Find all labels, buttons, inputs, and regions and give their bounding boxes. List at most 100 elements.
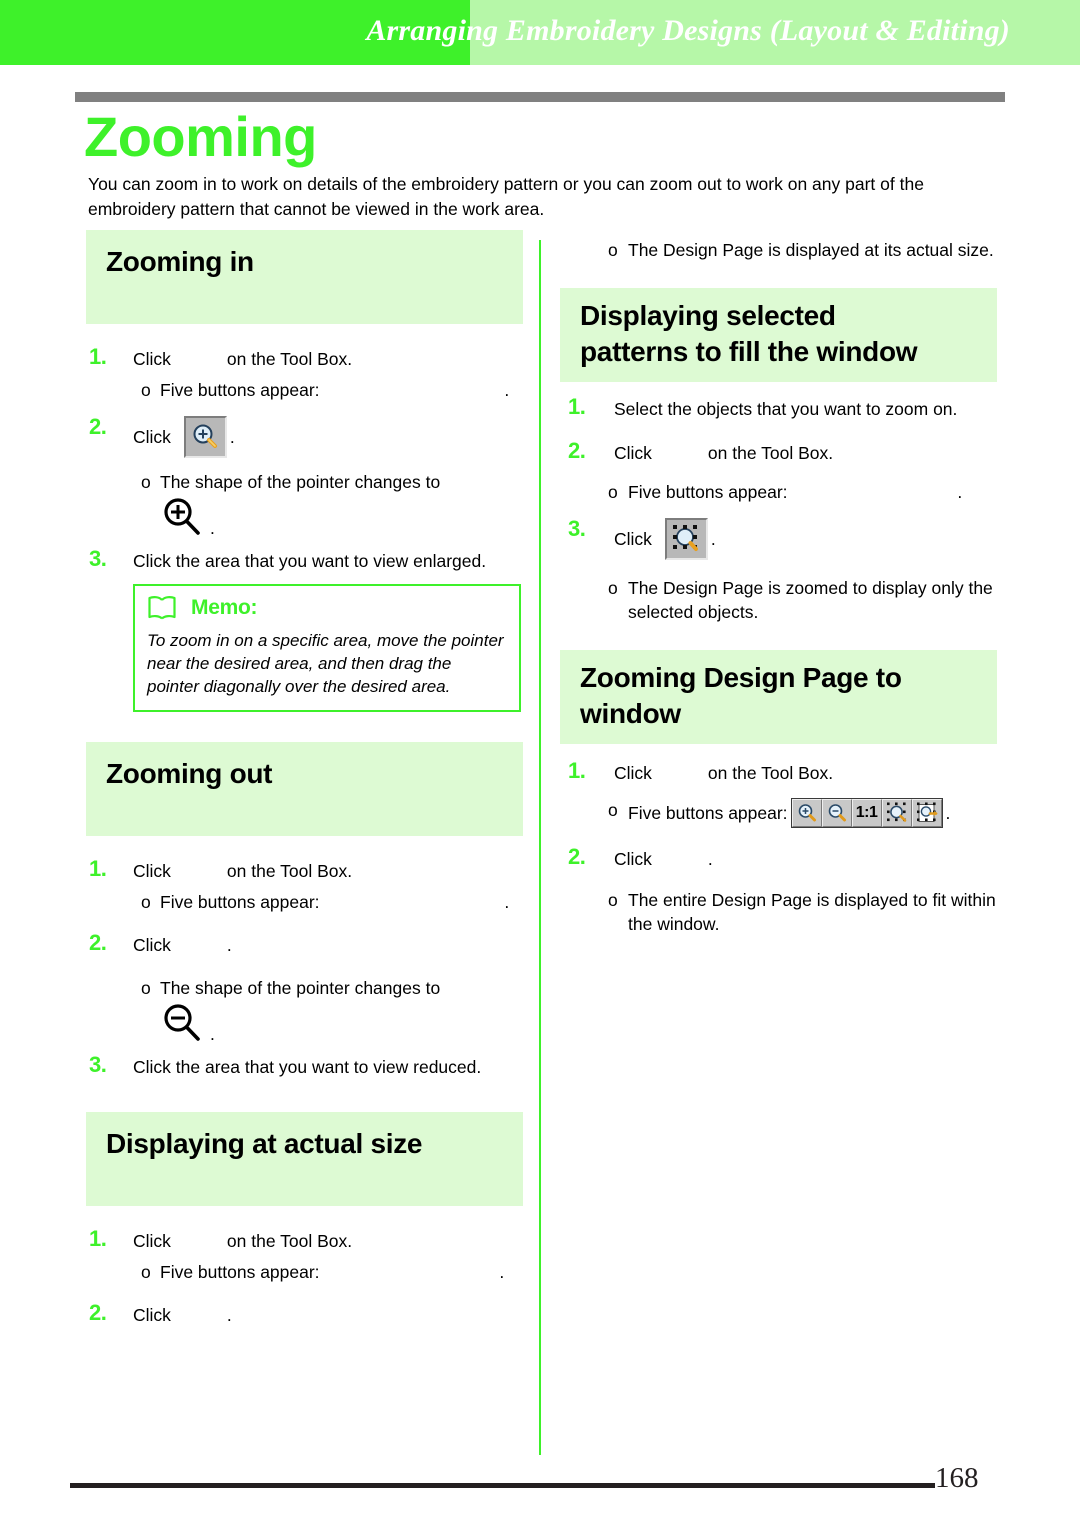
sub-bullet-trailing: .: [499, 1262, 505, 1282]
section-header-displaying-actual-size: Displaying at actual size: [86, 1112, 523, 1206]
step-text-after: on the Tool Box.: [707, 443, 834, 463]
zoom-to-page-button[interactable]: [911, 799, 942, 827]
zoom-in-icon: [798, 804, 816, 822]
section-title-line1: Displaying selected: [580, 300, 836, 331]
sub-bullet-selected-patterns-1: o Five buttons appear: .: [560, 480, 997, 504]
step-text-after: on the Tool Box.: [226, 1231, 353, 1251]
bullet-marker: o: [608, 800, 618, 820]
sub-bullet-actual-size-1: o Five buttons appear: .: [86, 1260, 523, 1284]
section-title-line1: Zooming Design Page to: [580, 662, 902, 693]
page-title: Zooming: [84, 105, 317, 168]
step-text-before: Click: [133, 427, 171, 447]
header-divider-rule: [75, 92, 1005, 102]
step-text-after: on the Tool Box.: [226, 861, 353, 881]
left-column: Zooming in 1. Click on the Tool Box. o F…: [86, 230, 523, 1334]
trailing-period: .: [210, 518, 215, 538]
zoom-to-selection-icon: [673, 525, 699, 551]
step-zooming-out-3: 3. Click the area that you want to view …: [86, 1052, 523, 1080]
header-banner: Arranging Embroidery Designs (Layout & E…: [0, 0, 1080, 65]
actual-size-button[interactable]: 1:1: [851, 799, 882, 827]
sub-bullet-trailing: .: [504, 380, 510, 400]
memo-title: Memo:: [191, 596, 258, 619]
step-zooming-in-3: 3. Click the area that you want to view …: [86, 546, 523, 574]
page-number: 168: [935, 1462, 979, 1494]
sub-bullet-zooming-out-1: o Five buttons appear: .: [86, 890, 523, 914]
zoom-out-button[interactable]: [821, 799, 852, 827]
sub-bullet-zooming-in-2: o The shape of the pointer changes to: [86, 470, 523, 494]
step-text-after: .: [226, 935, 232, 955]
step-design-page-2: 2. Click .: [560, 844, 997, 872]
zoom-in-pointer-icon: [164, 498, 200, 535]
column-divider: [539, 240, 541, 1455]
zoom-to-page-icon: [916, 802, 938, 822]
sub-bullet-text: Five buttons appear:: [160, 1262, 320, 1282]
sub-bullet-zooming-out-2: o The shape of the pointer changes to: [86, 976, 523, 1000]
zoom-out-icon: [828, 804, 846, 822]
zoom-in-button[interactable]: [183, 416, 227, 458]
step-text-before: Click: [614, 763, 652, 783]
sub-bullet-trailing: .: [957, 482, 963, 502]
zoom-out-pointer-icon: [164, 1004, 200, 1041]
memo-header: Memo:: [147, 595, 507, 621]
bullet-marker: o: [141, 892, 151, 912]
zoom-in-button[interactable]: [791, 799, 822, 827]
sub-bullet-text: The entire Design Page is displayed to f…: [628, 890, 996, 934]
bullet-marker: o: [141, 472, 151, 492]
bullet-marker: o: [608, 482, 618, 502]
pointer-zoom-in-row: .: [86, 496, 523, 538]
step-zooming-out-2: 2. Click .: [86, 930, 523, 958]
sub-bullet-zooming-in-1: o Five buttons appear: .: [86, 378, 523, 402]
step-text-after: on the Tool Box.: [226, 349, 353, 369]
page-intro-text: You can zoom in to work on details of th…: [88, 174, 924, 219]
step-number: 3.: [89, 1052, 107, 1077]
footer-rule: [70, 1483, 935, 1488]
step-text-before: Click: [133, 349, 171, 369]
step-number: 1.: [568, 758, 586, 783]
section-header-displaying-selected-patterns: Displaying selected patterns to fill the…: [560, 288, 997, 382]
step-text: Click the area that you want to view red…: [133, 1057, 482, 1077]
section-title-line2: window: [580, 698, 681, 729]
bullet-marker: o: [608, 240, 618, 260]
sub-bullet-trailing: .: [504, 892, 510, 912]
sub-bullet-text: The shape of the pointer changes to: [160, 472, 441, 492]
bullet-marker: o: [141, 1262, 151, 1282]
pointer-zoom-out-row: .: [86, 1002, 523, 1044]
section-title: Zooming out: [106, 758, 273, 789]
step-selected-patterns-3: 3. Click .: [560, 516, 997, 560]
bullet-marker: o: [608, 890, 618, 910]
zoom-to-selection-icon: [886, 802, 906, 822]
step-number: 2.: [568, 438, 586, 463]
step-text-before: Click: [133, 935, 171, 955]
step-text-before: Click: [614, 529, 652, 549]
step-text-after: .: [229, 427, 235, 447]
zoom-to-selection-button[interactable]: [664, 518, 708, 560]
sub-bullet-actual-size-result: o The Design Page is displayed at its ac…: [560, 238, 997, 262]
bullet-marker: o: [608, 578, 618, 598]
sub-bullet-text: Five buttons appear:: [160, 892, 320, 912]
step-number: 1.: [89, 1226, 107, 1251]
sub-bullet-text: The Design Page is displayed at its actu…: [628, 240, 994, 260]
zoom-toolbar[interactable]: 1:1: [790, 798, 943, 828]
section-title: Displaying at actual size: [106, 1128, 423, 1159]
memo-box: Memo: To zoom in on a specific area, mov…: [133, 584, 521, 712]
sub-bullet-text: The Design Page is zoomed to display onl…: [628, 578, 993, 622]
step-design-page-1: 1. Click on the Tool Box.: [560, 758, 997, 786]
step-number: 1.: [89, 856, 107, 881]
book-icon: [148, 596, 176, 620]
sub-bullet-selected-patterns-2: o The Design Page is zoomed to display o…: [560, 576, 997, 624]
sub-bullet-text: Five buttons appear:: [628, 482, 788, 502]
step-number: 2.: [89, 1300, 107, 1325]
step-text: Click the area that you want to view enl…: [133, 551, 487, 571]
step-text-before: Click: [133, 861, 171, 881]
step-number: 3.: [89, 546, 107, 571]
step-actual-size-2: 2. Click .: [86, 1300, 523, 1328]
step-selected-patterns-1: 1. Select the objects that you want to z…: [560, 394, 997, 422]
zoom-to-selection-button[interactable]: [881, 799, 912, 827]
section-header-zooming-in: Zooming in: [86, 230, 523, 324]
step-text-after: .: [710, 529, 716, 549]
zoom-in-icon: [193, 424, 218, 448]
step-zooming-in-2: 2. Click .: [86, 414, 523, 458]
bullet-marker: o: [141, 978, 151, 998]
step-actual-size-1: 1. Click on the Tool Box.: [86, 1226, 523, 1254]
sub-bullet-design-page-2: o The entire Design Page is displayed to…: [560, 888, 997, 936]
